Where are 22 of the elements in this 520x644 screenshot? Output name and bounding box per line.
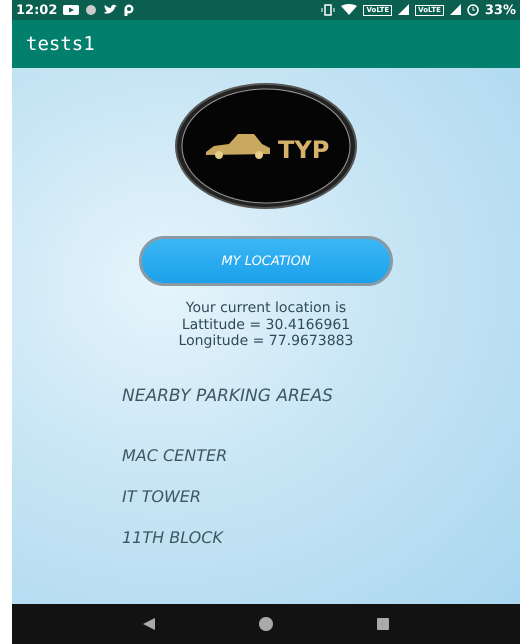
back-icon[interactable] bbox=[143, 618, 156, 630]
section-heading: NEARBY PARKING AREAS bbox=[122, 386, 334, 406]
battery-percent: 33% bbox=[484, 2, 516, 18]
signal-icon bbox=[398, 4, 410, 16]
signal-icon bbox=[450, 4, 461, 16]
logo: TYP bbox=[174, 82, 358, 210]
vibrate-icon bbox=[321, 4, 336, 16]
p-letter-icon bbox=[123, 4, 136, 16]
video-icon bbox=[63, 4, 80, 16]
status-time: 12:02 bbox=[16, 2, 58, 18]
location-text: Your current location is bbox=[186, 300, 346, 316]
parking-area-item: 11TH BLOCK bbox=[122, 528, 225, 546]
home-icon[interactable] bbox=[258, 616, 274, 632]
parking-area-item: MAC CENTER bbox=[122, 446, 228, 464]
app-title: tests1 bbox=[26, 33, 95, 55]
wifi-icon bbox=[341, 4, 358, 16]
recents-icon[interactable] bbox=[376, 618, 389, 630]
location-text: Longitude = 77.9673883 bbox=[178, 333, 354, 350]
my-location-button[interactable]: MY LOCATION bbox=[139, 236, 393, 286]
bird-icon bbox=[103, 4, 118, 16]
location-text: Lattitude = 30.4166961 bbox=[182, 316, 350, 333]
parking-area-item: IT TOWER bbox=[122, 486, 202, 506]
